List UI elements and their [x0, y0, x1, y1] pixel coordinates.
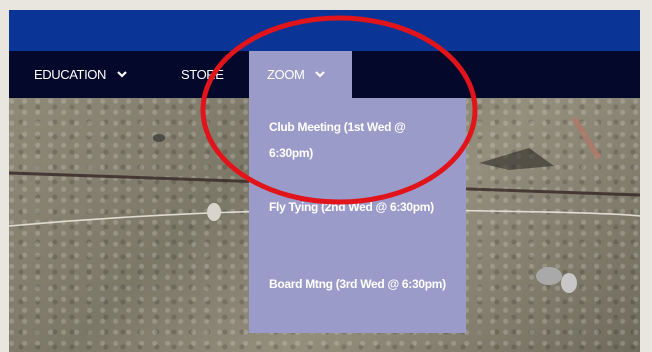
main-navigation: EDUCATION STORE ZOOM — [9, 51, 640, 98]
dropdown-item-board-meeting[interactable]: Board Mtng (3rd Wed @ 6:30pm) — [269, 271, 449, 297]
nav-item-store[interactable]: STORE — [181, 51, 224, 98]
nav-item-education[interactable]: EDUCATION — [34, 51, 127, 98]
nav-item-label: STORE — [181, 67, 224, 82]
nav-item-label: EDUCATION — [34, 67, 106, 82]
chevron-down-icon — [117, 71, 127, 78]
dropdown-item-fly-tying[interactable]: Fly Tying (2nd Wed @ 6:30pm) — [269, 194, 449, 220]
website-frame: EDUCATION STORE ZOOM Club Meeting (1st W… — [9, 10, 640, 352]
chevron-down-icon — [315, 71, 326, 78]
zoom-dropdown-menu: Club Meeting (1st Wed @ 6:30pm) Fly Tyin… — [249, 98, 466, 333]
nav-item-label: ZOOM — [267, 67, 305, 82]
site-header-band — [9, 10, 640, 51]
nav-item-zoom[interactable]: ZOOM — [249, 51, 352, 98]
dropdown-item-club-meeting[interactable]: Club Meeting (1st Wed @ 6:30pm) — [269, 114, 449, 166]
